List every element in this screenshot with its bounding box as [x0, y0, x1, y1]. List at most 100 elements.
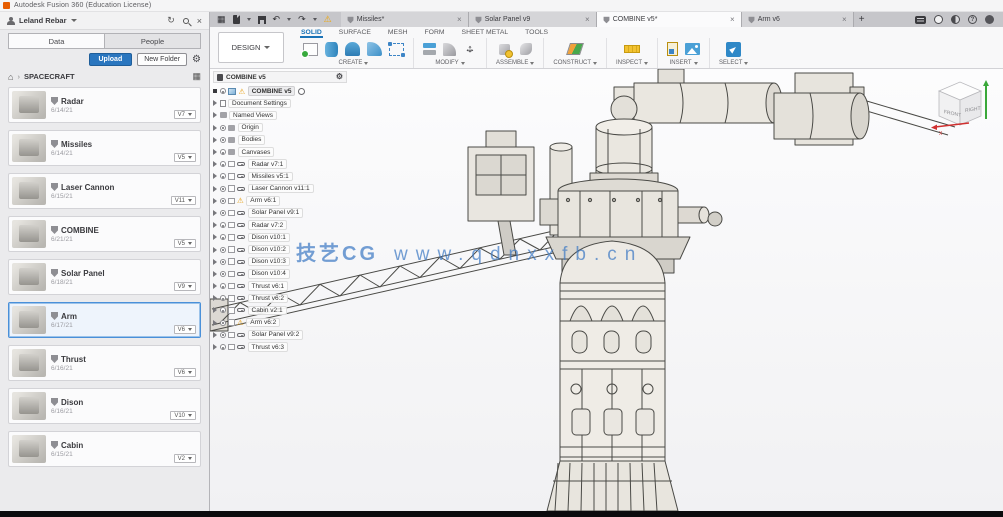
group-label[interactable]: INSERT [670, 60, 698, 66]
expand-icon[interactable] [213, 198, 217, 204]
avatar[interactable] [985, 15, 994, 24]
browser-settings-icon[interactable]: ⚙ [336, 72, 343, 82]
expand-icon[interactable] [213, 173, 217, 179]
component-checkbox[interactable] [228, 307, 235, 314]
measure-icon[interactable] [624, 45, 640, 53]
browser-item[interactable]: Solar Panel v9:1 [213, 207, 347, 219]
component-checkbox[interactable] [228, 319, 235, 326]
visibility-icon[interactable] [220, 307, 226, 313]
group-label[interactable]: CREATE [339, 60, 369, 66]
document-tab-active[interactable]: COMBINE v5* × [597, 12, 742, 27]
visibility-icon[interactable] [220, 259, 226, 265]
visibility-icon[interactable] [220, 137, 226, 143]
view-cube[interactable]: FRONT RIGHT X [929, 75, 993, 137]
browser-item[interactable]: ⚠Arm v6:1 [213, 195, 347, 207]
group-label[interactable]: MODIFY [435, 60, 464, 66]
upload-button[interactable]: Upload [89, 53, 133, 66]
expand-icon[interactable] [213, 210, 217, 216]
component-checkbox[interactable] [228, 258, 235, 265]
component-checkbox[interactable] [228, 198, 235, 205]
redo-icon[interactable]: ↷ [298, 15, 306, 24]
press-pull-icon[interactable] [423, 43, 436, 48]
extrude-icon[interactable] [325, 42, 338, 57]
close-tab-icon[interactable]: × [457, 16, 462, 24]
visibility-icon[interactable] [220, 88, 226, 94]
browser-item[interactable]: Thrust v6:3 [213, 341, 347, 353]
visibility-icon[interactable] [220, 320, 226, 326]
expand-icon[interactable] [213, 307, 217, 313]
component-checkbox[interactable] [228, 332, 235, 339]
browser-item[interactable]: Bodies [213, 134, 347, 146]
collapse-icon[interactable] [213, 89, 217, 93]
revolve-icon[interactable] [345, 42, 360, 56]
close-tab-icon[interactable]: × [842, 16, 847, 24]
viewport[interactable]: 技艺CG www.qdnxxfb.cn COMBINE v5 ⚙ ⚠ COMBI… [210, 69, 1003, 511]
expand-icon[interactable] [213, 259, 217, 265]
browser-root[interactable]: ⚠ COMBINE v5 [213, 85, 347, 97]
chevron-down-icon[interactable] [313, 18, 317, 21]
component-checkbox[interactable] [228, 344, 235, 351]
component-checkbox[interactable] [228, 173, 235, 180]
expand-icon[interactable] [213, 125, 217, 131]
component-checkbox[interactable] [228, 283, 235, 290]
browser-item[interactable]: Dison v10:3 [213, 256, 347, 268]
version-dropdown[interactable]: V5 [174, 239, 196, 248]
visibility-icon[interactable] [220, 210, 226, 216]
list-item[interactable]: Radar6/14/21 V7 [8, 87, 201, 123]
list-item[interactable]: Cabin6/15/21 V2 [8, 431, 201, 467]
list-item[interactable]: Dison6/16/21 V10 [8, 388, 201, 424]
expand-icon[interactable] [213, 149, 217, 155]
browser-item[interactable]: Radar v7:2 [213, 219, 347, 231]
expand-icon[interactable] [213, 186, 217, 192]
nested-view-icon[interactable] [298, 88, 305, 95]
show-data-panel-icon[interactable]: ▦ [217, 15, 226, 24]
browser-item[interactable]: Radar v7:1 [213, 158, 347, 170]
create-sketch-icon[interactable] [303, 43, 318, 56]
ribbon-tab-tools[interactable]: TOOLS [524, 29, 549, 38]
version-dropdown[interactable]: V5 [174, 153, 196, 162]
job-status-warning-icon[interactable]: ⚠ [324, 15, 332, 24]
expand-icon[interactable] [213, 222, 217, 228]
expand-icon[interactable] [213, 112, 217, 118]
visibility-icon[interactable] [220, 186, 226, 192]
list-item[interactable]: COMBINE6/21/21 V5 [8, 216, 201, 252]
close-tab-icon[interactable]: × [585, 16, 590, 24]
save-icon[interactable] [258, 16, 266, 24]
group-label[interactable]: CONSTRUCT [553, 60, 597, 66]
component-checkbox[interactable] [228, 295, 235, 302]
chevron-down-icon[interactable] [247, 18, 251, 21]
group-label[interactable]: SELECT [719, 60, 748, 66]
visibility-icon[interactable] [220, 332, 226, 338]
grid-view-icon[interactable]: ▦ [192, 71, 201, 82]
expand-icon[interactable] [213, 283, 217, 289]
document-tab[interactable]: Arm v6 × [742, 12, 854, 27]
refresh-icon[interactable]: ↻ [167, 15, 175, 26]
help-icon[interactable]: ? [968, 15, 977, 24]
expand-icon[interactable] [213, 247, 217, 253]
browser-item[interactable]: ⚠Arm v6:2 [213, 317, 347, 329]
browser-header[interactable]: COMBINE v5 ⚙ [213, 71, 347, 83]
insert-derive-icon[interactable] [667, 42, 678, 56]
version-dropdown[interactable]: V10 [170, 411, 196, 420]
browser-item[interactable]: Dison v10:1 [213, 231, 347, 243]
version-dropdown[interactable]: V7 [174, 110, 196, 119]
ribbon-tab-surface[interactable]: SURFACE [338, 29, 372, 38]
notifications-icon[interactable] [951, 15, 960, 24]
browser-item[interactable]: Named Views [213, 109, 347, 121]
browser-item[interactable]: Thrust v6:2 [213, 292, 347, 304]
joint-icon[interactable] [520, 43, 532, 55]
list-item[interactable]: Solar Panel6/18/21 V9 [8, 259, 201, 295]
pattern-icon[interactable] [389, 43, 404, 56]
expand-icon[interactable] [213, 271, 217, 277]
insert-canvas-icon[interactable] [685, 43, 700, 55]
extensions-icon[interactable] [915, 16, 926, 24]
new-component-icon[interactable] [499, 44, 510, 55]
ribbon-tab-sheet-metal[interactable]: SHEET METAL [461, 29, 510, 38]
version-dropdown[interactable]: V2 [174, 454, 196, 463]
document-tab[interactable]: Missiles* × [341, 12, 469, 27]
visibility-icon[interactable] [220, 295, 226, 301]
component-checkbox[interactable] [228, 246, 235, 253]
group-label[interactable]: ASSEMBLE [496, 60, 534, 66]
version-dropdown[interactable]: V11 [171, 196, 196, 205]
visibility-icon[interactable] [220, 173, 226, 179]
